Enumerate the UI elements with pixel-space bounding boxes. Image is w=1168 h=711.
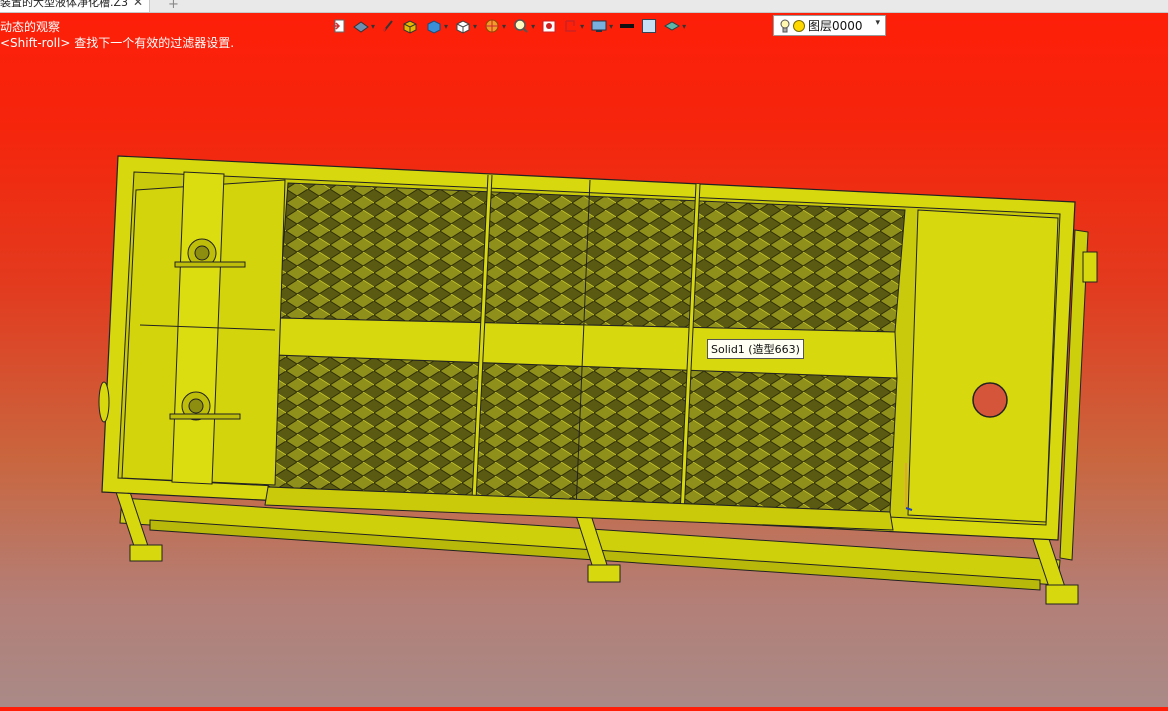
color-wheel-icon: [485, 19, 499, 33]
color-wheel-button[interactable]: ▾: [483, 16, 506, 36]
line-color-icon: [620, 24, 635, 28]
view-orient-icon: [353, 21, 369, 33]
shaded-box-button[interactable]: [401, 16, 419, 36]
layer-select[interactable]: 图层0000 ▾: [773, 15, 886, 36]
layer-select-value: 图层0000: [808, 19, 863, 33]
layer-manager-icon: [664, 21, 681, 31]
display-button[interactable]: ▾: [590, 16, 613, 36]
line-color-button[interactable]: [619, 16, 635, 36]
document-tab-title: 装置的大型液体净化槽.Z3: [0, 0, 129, 9]
exit-sketch-icon: [332, 19, 345, 33]
view-toolbar: ▾ ▾ ▾ ▾ ▾ ▾ ▾ ▾: [330, 15, 692, 37]
zoom-icon: [514, 19, 528, 33]
red-marker-icon: [542, 20, 556, 33]
pen-icon: [383, 20, 393, 32]
status-hint-detail: <Shift-roll> 查找下一个有效的过滤器设置.: [0, 36, 235, 50]
white-cube-icon: [456, 20, 470, 34]
white-cube-button[interactable]: ▾: [454, 16, 477, 36]
shaded-box-icon: [403, 20, 417, 34]
blue-box-button[interactable]: ▾: [425, 16, 448, 36]
document-tab-bar: 装置的大型液体净化槽.Z3 ✕ +: [0, 0, 1168, 13]
layer-color-dot: [793, 19, 805, 32]
chevron-down-icon: ▾: [875, 18, 880, 28]
red-marker-button[interactable]: [541, 16, 557, 36]
exit-sketch-button[interactable]: [330, 16, 346, 36]
close-icon[interactable]: ✕: [133, 0, 143, 8]
fill-color-icon: [642, 19, 657, 33]
hover-tooltip: Solid1 (造型663): [707, 339, 804, 359]
status-hint-title: 动态的观察: [0, 20, 61, 34]
section-button[interactable]: ▾: [563, 16, 584, 36]
blue-box-icon: [427, 20, 441, 34]
section-icon: [565, 20, 577, 32]
display-icon: [591, 20, 607, 32]
document-tab[interactable]: 装置的大型液体净化槽.Z3 ✕: [0, 0, 151, 12]
axis-triad-icon: [905, 463, 913, 511]
add-tab-icon[interactable]: +: [168, 0, 179, 12]
3d-viewport[interactable]: [0, 0, 1168, 707]
layer-manager-button[interactable]: ▾: [663, 16, 686, 36]
lightbulb-icon: [780, 19, 790, 32]
pen-button[interactable]: [381, 16, 395, 36]
view-orient-button[interactable]: ▾: [352, 16, 375, 36]
fill-color-button[interactable]: [641, 16, 657, 36]
zoom-button[interactable]: ▾: [512, 16, 535, 36]
tank-model[interactable]: [0, 0, 1168, 707]
